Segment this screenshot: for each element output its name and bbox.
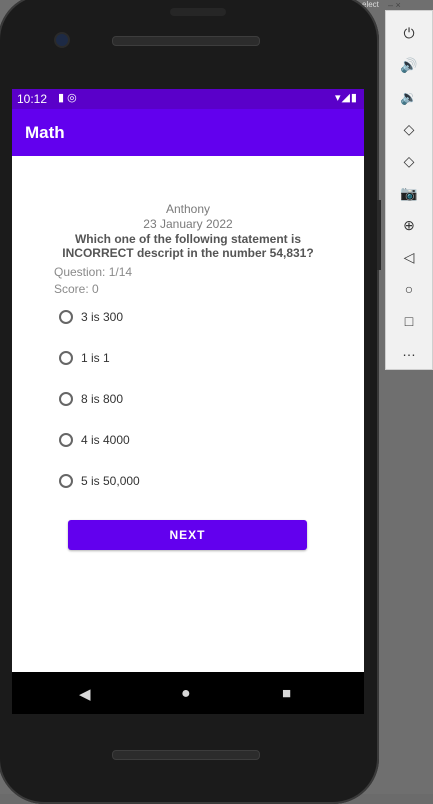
question-text: Which one of the following statement is …: [62, 232, 314, 260]
next-button[interactable]: NEXT: [68, 520, 307, 550]
bottom-speaker: [112, 750, 260, 760]
phone-side-button: [377, 200, 381, 270]
volume-down-icon[interactable]: 🔉: [386, 89, 432, 106]
emulator-window-controls[interactable]: – ×: [388, 0, 433, 10]
answer-option-label[interactable]: 4 is 4000: [81, 433, 130, 447]
question-counter: Question: 1/14: [54, 265, 133, 279]
navigation-bar: ◀ ● ■: [12, 672, 364, 714]
radio-button-icon[interactable]: [59, 392, 73, 406]
more-icon[interactable]: …: [386, 343, 432, 359]
answer-option[interactable]: 3 is 300: [59, 306, 123, 328]
back-icon[interactable]: ◁: [386, 249, 432, 266]
score-label: Score: 0: [54, 282, 99, 296]
front-camera: [54, 32, 70, 48]
emulator-toolbar: ⏻ 🔊 🔉 ◇ ◇ 📷 ⊕ ◁ ○ □ …: [385, 10, 433, 370]
answer-option[interactable]: 5 is 50,000: [59, 470, 140, 492]
radio-button-icon[interactable]: [59, 310, 73, 324]
status-notification-icons: ▮ ◎: [58, 92, 77, 104]
top-speaker: [112, 36, 260, 46]
quiz-content: Anthony 23 January 2022 Which one of the…: [12, 156, 364, 672]
rotate-right-icon[interactable]: ◇: [386, 153, 432, 170]
overview-icon[interactable]: □: [386, 313, 432, 329]
radio-button-icon[interactable]: [59, 474, 73, 488]
phone-top-notch: [170, 8, 226, 16]
answer-option[interactable]: 1 is 1: [59, 347, 110, 369]
home-icon[interactable]: ●: [181, 685, 191, 703]
answer-option[interactable]: 4 is 4000: [59, 429, 130, 451]
answer-option-label[interactable]: 8 is 800: [81, 392, 123, 406]
zoom-icon[interactable]: ⊕: [386, 217, 432, 234]
phone-screen: 10:12 ▮ ◎ ▾◢▮ Math Anthony 23 January 20…: [12, 89, 364, 672]
home-icon[interactable]: ○: [386, 281, 432, 297]
back-icon[interactable]: ◀: [79, 685, 91, 703]
status-time: 10:12: [17, 92, 48, 106]
camera-icon[interactable]: 📷: [386, 185, 432, 202]
app-bar: Math: [12, 109, 364, 156]
volume-up-icon[interactable]: 🔊: [386, 57, 432, 74]
recents-icon[interactable]: ■: [282, 685, 291, 702]
app-title: Math: [25, 123, 65, 142]
radio-button-icon[interactable]: [59, 433, 73, 447]
status-bar: 10:12 ▮ ◎ ▾◢▮: [12, 89, 364, 109]
status-signal-battery-icons: ▾◢▮: [334, 92, 358, 104]
radio-button-icon[interactable]: [59, 351, 73, 365]
rotate-left-icon[interactable]: ◇: [386, 121, 432, 138]
answer-option-label[interactable]: 1 is 1: [81, 351, 110, 365]
power-icon[interactable]: ⏻: [386, 25, 432, 42]
answer-option-label[interactable]: 3 is 300: [81, 310, 123, 324]
answer-option[interactable]: 8 is 800: [59, 388, 123, 410]
answer-option-label[interactable]: 5 is 50,000: [81, 474, 140, 488]
quiz-date: 23 January 2022: [143, 217, 233, 231]
user-name: Anthony: [165, 202, 211, 216]
